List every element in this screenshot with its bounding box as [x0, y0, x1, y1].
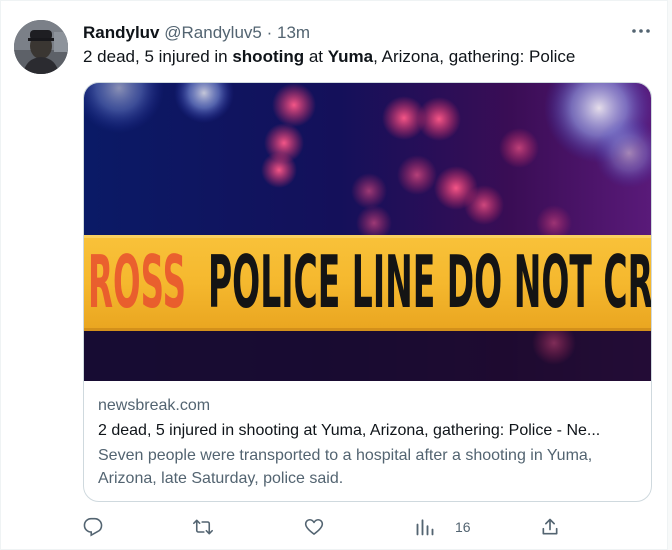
share-icon — [542, 518, 558, 535]
reply-icon — [83, 517, 103, 537]
card-description: Seven people were transported to a hospi… — [98, 447, 593, 487]
avatar-image — [14, 20, 68, 74]
tweet-text-part: at — [304, 47, 328, 66]
police-tape-image: ROSS POLICE LINE DO NOT CR — [84, 83, 652, 381]
like-button[interactable] — [304, 516, 324, 538]
card-domain: newsbreak.com — [98, 397, 211, 414]
reply-button[interactable] — [83, 516, 103, 538]
tweet-text-bold: shooting — [232, 47, 305, 66]
views-count: 16 — [455, 519, 471, 535]
tweet-text-bold: Yuma — [327, 47, 374, 66]
tape-faded-text: ROSS — [88, 240, 186, 324]
share-button[interactable] — [540, 516, 560, 538]
avatar[interactable] — [14, 20, 68, 74]
author-name[interactable]: Randyluv — [83, 23, 160, 42]
views-button[interactable]: 16 — [415, 516, 471, 538]
more-options-button[interactable] — [629, 21, 653, 41]
views-chart-icon — [416, 519, 434, 536]
tweet-header: Randyluv @Randyluv5 · 13m — [83, 22, 310, 44]
tweet-time[interactable]: 13m — [277, 23, 310, 42]
more-dots-icon — [632, 29, 650, 33]
tweet-text-part: 2 dead, 5 injured in — [83, 47, 233, 66]
header-separator: · — [266, 23, 273, 42]
tape-text: POLICE LINE DO NOT CR — [208, 240, 652, 324]
retweet-button[interactable] — [193, 516, 213, 538]
tweet-text-part: , Arizona, gathering: Police — [373, 47, 576, 66]
card-image[interactable]: ROSS POLICE LINE DO NOT CR — [84, 83, 652, 381]
tweet-container[interactable]: Randyluv @Randyluv5 · 13m 2 dead, 5 inju… — [0, 0, 668, 550]
tweet-text: 2 dead, 5 injured in shooting at Yuma, A… — [83, 46, 575, 68]
tweet-actions: 16 — [1, 516, 669, 540]
author-handle[interactable]: @Randyluv5 — [164, 23, 262, 42]
card-title: 2 dead, 5 injured in shooting at Yuma, A… — [98, 422, 601, 439]
retweet-icon — [193, 519, 213, 535]
link-card[interactable]: ROSS POLICE LINE DO NOT CR newsbreak.com… — [83, 82, 652, 502]
heart-icon — [304, 518, 324, 535]
